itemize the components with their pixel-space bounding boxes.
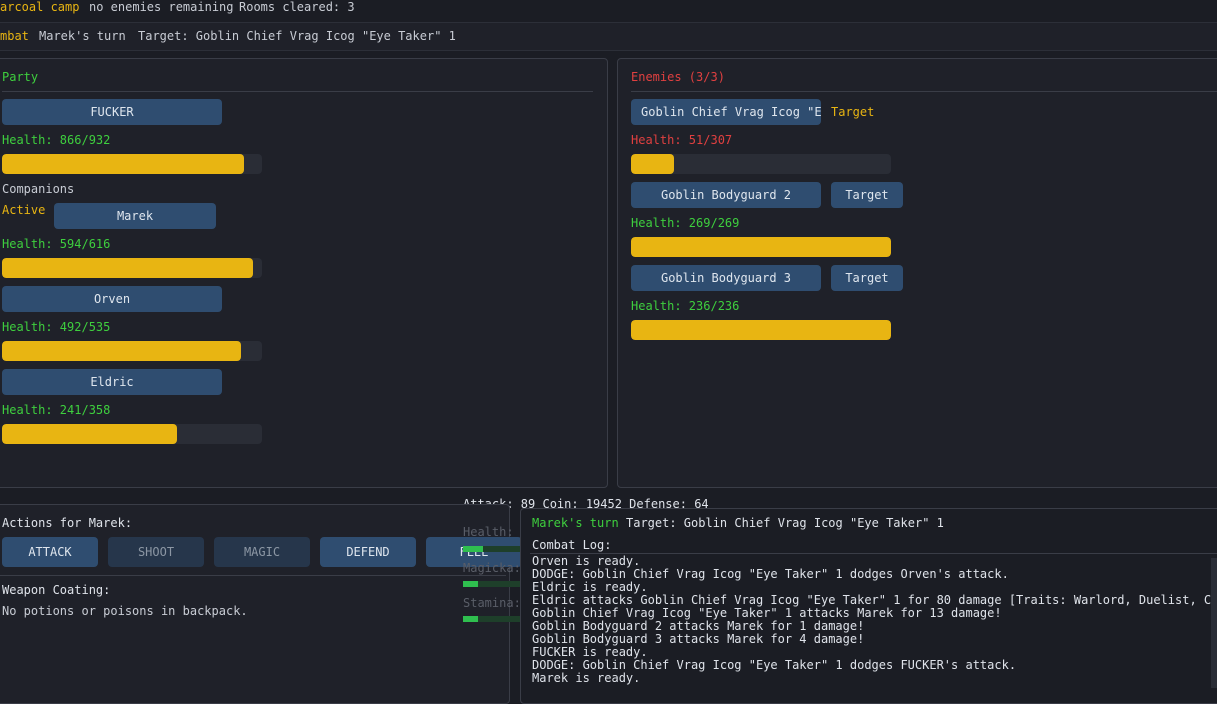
- actions-divider: [0, 575, 506, 576]
- actions-title: Actions for Marek:: [2, 516, 133, 530]
- goblin-bodyguard-3-health-bar: [631, 320, 891, 340]
- shoot-button[interactable]: SHOOT: [108, 537, 204, 567]
- log-turn: Marek's turn: [532, 516, 619, 530]
- party-divider: [2, 91, 593, 92]
- log-line: FUCKER is ready.: [532, 645, 648, 659]
- weapon-coating-text: No potions or poisons in backpack.: [2, 604, 248, 618]
- combat-log-scroll[interactable]: Orven is ready. DODGE: Goblin Chief Vrag…: [520, 555, 1217, 687]
- magic-button[interactable]: MAGIC: [214, 537, 310, 567]
- enemy-goblin-bodyguard-2-button[interactable]: Goblin Bodyguard 2: [631, 182, 821, 208]
- goblin-chief-health-bar: [631, 154, 891, 174]
- combat-log-title: Combat Log:: [532, 538, 612, 552]
- weapon-coating-label: Weapon Coating:: [2, 583, 111, 597]
- enemy-goblin-chief-button[interactable]: Goblin Chief Vrag Icog "Eye Taker" 1: [631, 99, 821, 125]
- defend-button[interactable]: DEFEND: [320, 537, 416, 567]
- enemies-title: Enemies (3/3): [631, 70, 725, 84]
- goblin-bodyguard-2-health-text: Health: 269/269: [631, 216, 740, 230]
- rooms-cleared: Rooms cleared: 3: [239, 0, 355, 14]
- log-target: Target: Goblin Chief Vrag Icog "Eye Take…: [626, 516, 944, 530]
- log-line: Goblin Bodyguard 2 attacks Marek for 1 d…: [532, 619, 865, 633]
- marek-health-bar: [2, 258, 262, 278]
- eldric-health-text: Health: 241/358: [2, 403, 111, 417]
- orven-health-bar: [2, 341, 262, 361]
- log-line: Marek is ready.: [532, 671, 641, 685]
- orven-health-text: Health: 492/535: [2, 320, 111, 334]
- goblin-bodyguard-3-health-text: Health: 236/236: [631, 299, 740, 313]
- combat-status-bar: mbat Marek's turn Target: Goblin Chief V…: [0, 22, 1217, 51]
- location-label: arcoal camp: [0, 0, 80, 14]
- enemies-divider: [631, 91, 1217, 92]
- enemies-status: no enemies remaining: [89, 0, 234, 14]
- player-stamina-meter: [463, 616, 523, 622]
- combat-target: Target: Goblin Chief Vrag Icog "Eye Take…: [138, 29, 456, 43]
- target-goblin-bodyguard-2-button[interactable]: Target: [831, 182, 903, 208]
- player-magicka-meter: [463, 581, 523, 587]
- companion-eldric-button[interactable]: Eldric: [2, 369, 222, 395]
- combat-turn: Marek's turn: [39, 29, 126, 43]
- eldric-health-bar: [2, 424, 262, 444]
- log-line: Eldric attacks Goblin Chief Vrag Icog "E…: [532, 593, 1217, 607]
- companion-marek-button[interactable]: Marek: [54, 203, 216, 229]
- marek-health-text: Health: 594/616: [2, 237, 111, 251]
- combat-log-scrollbar[interactable]: [1211, 558, 1217, 688]
- log-line: Eldric is ready.: [532, 580, 648, 594]
- party-member-fucker-button[interactable]: FUCKER: [2, 99, 222, 125]
- log-line: DODGE: Goblin Chief Vrag Icog "Eye Taker…: [532, 567, 1009, 581]
- companion-orven-button[interactable]: Orven: [2, 286, 222, 312]
- log-line: Goblin Chief Vrag Icog "Eye Taker" 1 att…: [532, 606, 1002, 620]
- log-divider: [530, 553, 1217, 554]
- enemy-goblin-bodyguard-3-button[interactable]: Goblin Bodyguard 3: [631, 265, 821, 291]
- top-status-bar: arcoal camp no enemies remaining Rooms c…: [0, 0, 1217, 15]
- fucker-health-text: Health: 866/932: [2, 133, 111, 147]
- fucker-health-bar: [2, 154, 262, 174]
- log-line: Goblin Bodyguard 3 attacks Marek for 4 d…: [532, 632, 865, 646]
- attack-button[interactable]: ATTACK: [2, 537, 98, 567]
- enemy-goblin-chief-target-indicator: Target: [831, 105, 875, 119]
- party-title: Party: [2, 70, 39, 84]
- active-label: Active: [2, 203, 46, 217]
- target-goblin-bodyguard-3-button[interactable]: Target: [831, 265, 903, 291]
- log-line: DODGE: Goblin Chief Vrag Icog "Eye Taker…: [532, 658, 1017, 672]
- goblin-chief-health-text: Health: 51/307: [631, 133, 733, 147]
- combat-label: mbat: [0, 29, 29, 43]
- companions-label: Companions: [2, 182, 75, 196]
- goblin-bodyguard-2-health-bar: [631, 237, 891, 257]
